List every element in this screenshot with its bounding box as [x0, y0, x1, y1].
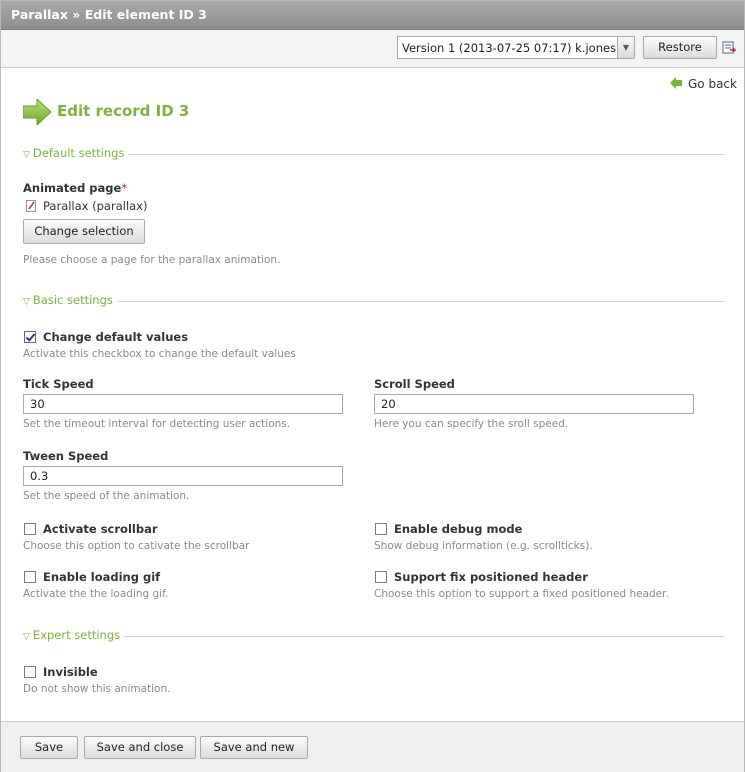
selected-page: Parallax (parallax) [26, 199, 147, 213]
save-and-close-button[interactable]: Save and close [84, 736, 196, 759]
version-select-value: Version 1 (2013-07-25 07:17) k.jones [402, 41, 617, 55]
section-label: ▽ Default settings [23, 146, 129, 160]
window-title: Parallax » Edit element ID 3 [11, 7, 207, 22]
collapse-triangle-icon: ▽ [23, 150, 30, 160]
section-default-settings[interactable]: ▽ Default settings [23, 146, 724, 160]
section-expert-settings[interactable]: ▽ Expert settings [23, 628, 724, 642]
section-label: ▽ Basic settings [23, 293, 117, 307]
go-back-link[interactable]: Go back [670, 77, 737, 91]
version-toolbar: Version 1 (2013-07-25 07:17) k.jones ▼ R… [1, 30, 744, 68]
save-button[interactable]: Save [20, 736, 78, 759]
change-selection-button[interactable]: Change selection [23, 219, 145, 244]
fix-header-help: Choose this option to support a fixed po… [374, 588, 669, 600]
version-compare-icon[interactable] [722, 41, 736, 55]
selected-page-name: Parallax (parallax) [43, 199, 148, 213]
section-label: ▽ Expert settings [23, 628, 125, 642]
tick-speed-label: Tick Speed [23, 377, 94, 391]
section-title: Default settings [32, 146, 125, 160]
section-divider [23, 636, 724, 637]
scrollbar-label: Activate scrollbar [43, 522, 158, 536]
invisible-label: Invisible [43, 665, 98, 679]
change-defaults-checkbox[interactable] [24, 331, 36, 343]
tick-speed-input[interactable] [23, 394, 343, 414]
scroll-speed-label: Scroll Speed [374, 377, 455, 391]
edit-window: Parallax » Edit element ID 3 Version 1 (… [0, 0, 745, 772]
scrollbar-checkbox[interactable] [24, 523, 36, 535]
tween-speed-help: Set the speed of the animation. [23, 490, 190, 502]
page-title-text: Edit record ID 3 [57, 102, 190, 120]
form-footer: Save Save and close Save and new [1, 721, 744, 772]
invisible-help: Do not show this animation. [23, 683, 171, 695]
debug-mode-help: Show debug information (e.g. scrollticks… [374, 540, 593, 552]
save-and-new-button[interactable]: Save and new [200, 736, 308, 759]
animated-page-label-text: Animated page [23, 181, 122, 195]
section-divider [23, 301, 724, 302]
animated-page-label: Animated page* [23, 181, 127, 195]
loading-gif-checkbox[interactable] [24, 571, 36, 583]
change-defaults-label: Change default values [43, 330, 189, 344]
chevron-down-icon[interactable]: ▼ [617, 37, 634, 58]
tween-speed-label: Tween Speed [23, 449, 109, 463]
required-mark: * [121, 181, 128, 195]
page-icon [26, 200, 36, 212]
debug-mode-label: Enable debug mode [394, 522, 523, 536]
form-content: Go back Edit record ID 3 ▽ Default settin… [1, 68, 744, 721]
collapse-triangle-icon: ▽ [23, 632, 30, 642]
tick-speed-help: Set the timeout interval for detecting u… [23, 418, 291, 430]
change-defaults-help: Activate this checkbox to change the def… [23, 348, 296, 360]
section-title: Expert settings [32, 628, 121, 642]
collapse-triangle-icon: ▽ [23, 297, 30, 307]
tween-speed-input[interactable] [23, 466, 343, 486]
arrow-left-icon [670, 77, 682, 89]
animated-page-help: Please choose a page for the parallax an… [23, 254, 281, 266]
loading-gif-help: Activate the the loading gif. [23, 588, 169, 600]
scroll-speed-help: Here you can specify the sroll speed. [374, 418, 569, 430]
fix-header-checkbox[interactable] [375, 571, 387, 583]
section-title: Basic settings [32, 293, 113, 307]
invisible-checkbox[interactable] [24, 666, 36, 678]
version-select[interactable]: Version 1 (2013-07-25 07:17) k.jones ▼ [397, 36, 635, 59]
debug-mode-checkbox[interactable] [375, 523, 387, 535]
scroll-speed-input[interactable] [374, 394, 694, 414]
loading-gif-label: Enable loading gif [43, 570, 161, 584]
restore-button[interactable]: Restore [643, 36, 717, 59]
scrollbar-help: Choose this option to cativate the scrol… [23, 540, 250, 552]
window-titlebar: Parallax » Edit element ID 3 [1, 1, 744, 30]
arrow-right-icon [23, 99, 51, 125]
section-basic-settings[interactable]: ▽ Basic settings [23, 293, 724, 307]
go-back-label: Go back [688, 77, 737, 91]
fix-header-label: Support fix positioned header [394, 570, 588, 584]
